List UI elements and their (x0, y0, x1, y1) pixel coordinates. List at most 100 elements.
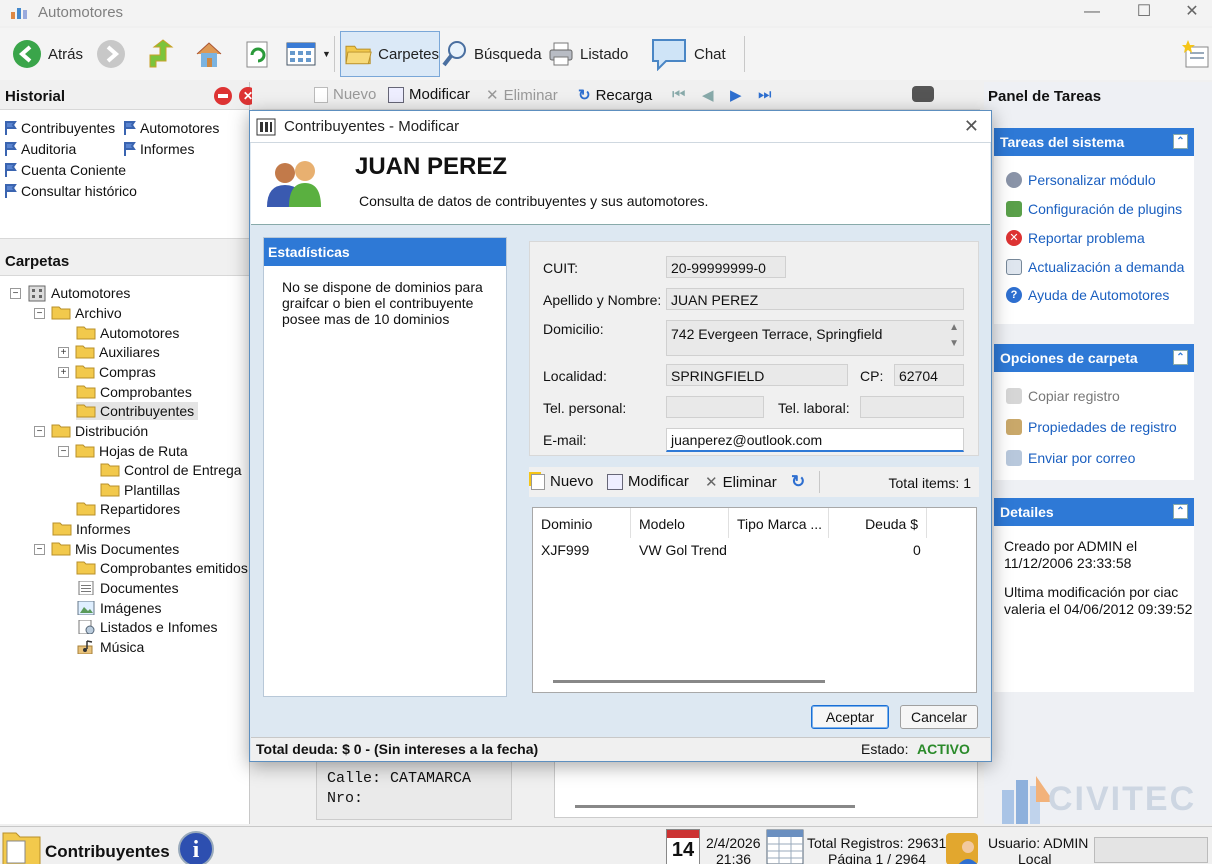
task-customize-module[interactable]: Personalizar módulo (1006, 172, 1156, 188)
up-folder-button[interactable] (146, 34, 174, 74)
home-button[interactable] (194, 34, 224, 74)
tree-node[interactable]: Listados e Infomes (76, 618, 218, 636)
close-window-button[interactable]: ✕ (1172, 2, 1212, 24)
column-header[interactable]: Tipo Marca ... (729, 508, 829, 538)
prev-record-button[interactable]: ◀ (702, 86, 714, 104)
info-icon[interactable]: i (178, 831, 214, 864)
column-header[interactable]: Dominio (533, 508, 631, 538)
main-toolbar: Atrás ▼ Carpetes Búsqueda Listado Chat (0, 28, 1212, 80)
delete-vehicle-button[interactable]: ✕ Eliminar (705, 473, 777, 492)
tree-label: Informes (76, 521, 131, 537)
grid-horizontal-scrollbar[interactable] (553, 680, 825, 683)
stop-icon[interactable] (214, 87, 232, 105)
collapse-icon[interactable]: − (34, 543, 45, 555)
collapse-chevron-icon[interactable]: ⌃ (1173, 504, 1188, 519)
accept-button[interactable]: Aceptar (811, 705, 889, 729)
column-header[interactable]: Modelo (631, 508, 729, 538)
tree-node[interactable]: − Automotores (10, 284, 130, 302)
modify-record-button[interactable]: Modificar (388, 86, 470, 103)
records-grid-icon (766, 829, 804, 864)
task-copy-record[interactable]: Copiar registro (1006, 388, 1120, 404)
history-item[interactable]: Contribuyentes (5, 120, 115, 136)
collapse-icon[interactable]: − (58, 445, 69, 457)
reload-button[interactable]: ↻ Recarga (578, 86, 652, 105)
view-selector-button[interactable]: ▼ (286, 34, 331, 74)
task-plugin-config[interactable]: Configuración de plugins (1006, 201, 1182, 217)
new-vehicle-button[interactable]: Nuevo (531, 473, 593, 490)
task-record-properties[interactable]: Propiedades de registro (1006, 419, 1177, 435)
reload-vehicles-button[interactable]: ↻ (791, 472, 805, 492)
personal-phone-field[interactable] (666, 396, 764, 418)
maximize-button[interactable]: ☐ (1124, 2, 1164, 24)
refresh-page-button[interactable] (244, 34, 270, 74)
forward-button[interactable] (96, 34, 126, 74)
expand-icon[interactable]: + (58, 366, 69, 378)
name-field[interactable]: JUAN PEREZ (666, 288, 964, 310)
expand-icon[interactable]: + (58, 346, 69, 358)
tree-node[interactable]: Música (76, 638, 144, 656)
chat-bubble-icon (652, 39, 686, 71)
history-item[interactable]: Cuenta Coniente (5, 162, 126, 178)
collapse-icon[interactable]: − (10, 287, 21, 299)
tree-node[interactable]: Informes (52, 520, 130, 538)
tree-node[interactable]: Imágenes (76, 599, 161, 617)
history-item[interactable]: Auditoria (5, 141, 76, 157)
search-button[interactable]: Búsqueda (442, 34, 542, 74)
tree-node[interactable]: Automotores (76, 324, 179, 342)
folders-button[interactable]: Carpetes (340, 31, 440, 77)
collapse-icon[interactable]: − (34, 307, 45, 319)
minimize-button[interactable]: — (1072, 2, 1112, 24)
tree-node[interactable]: Control de Entrega (100, 461, 242, 479)
find-button[interactable] (912, 86, 934, 102)
tree-node[interactable]: + Auxiliares (58, 343, 160, 361)
collapse-icon[interactable]: − (34, 425, 45, 437)
locality-field[interactable]: SPRINGFIELD (666, 364, 848, 386)
tree-node[interactable]: + Compras (58, 363, 156, 381)
modify-vehicle-button[interactable]: Modificar (607, 473, 689, 490)
task-label: Copiar registro (1028, 388, 1120, 404)
history-item[interactable]: Consultar histórico (5, 183, 137, 199)
task-report-problem[interactable]: ✕ Reportar problema (1006, 230, 1145, 246)
address-field[interactable]: 742 Evergeen Terrace, Springfield ▲ ▼ (666, 320, 964, 356)
delete-record-button[interactable]: ✕ Eliminar (486, 86, 558, 105)
tree-node[interactable]: − Hojas de Ruta (58, 442, 188, 460)
list-button[interactable]: Listado (548, 34, 628, 74)
task-send-mail[interactable]: Enviar por correo (1006, 450, 1135, 466)
collapse-chevron-icon[interactable]: ⌃ (1173, 350, 1188, 365)
scroll-down-icon[interactable]: ▼ (949, 338, 959, 349)
column-header[interactable]: Deuda $ (829, 508, 927, 538)
cuit-field[interactable]: 20-99999999-0 (666, 256, 786, 278)
tree-node[interactable]: − Archivo (34, 304, 122, 322)
new-record-button[interactable]: Nuevo (314, 86, 376, 103)
collapse-chevron-icon[interactable]: ⌃ (1173, 134, 1188, 149)
list-label: Listado (580, 45, 629, 63)
tree-node[interactable]: Documentes (76, 579, 179, 597)
back-button[interactable]: Atrás (12, 34, 83, 74)
email-field[interactable]: juanperez@outlook.com (666, 428, 964, 452)
history-item[interactable]: Automotores (124, 120, 219, 136)
task-help[interactable]: ? Ayuda de Automotores (1006, 287, 1169, 303)
new-window-button[interactable] (1182, 34, 1210, 74)
last-record-button[interactable]: ⏭ (758, 86, 772, 103)
task-update-on-demand[interactable]: Actualización a demanda (1006, 259, 1184, 275)
tree-node[interactable]: Plantillas (100, 481, 180, 499)
history-item[interactable]: Informes (124, 141, 194, 157)
chat-button[interactable]: Chat (650, 34, 726, 74)
tree-node[interactable]: Comprobantes emitidos (76, 559, 248, 577)
postal-code-field[interactable]: 62704 (894, 364, 964, 386)
next-record-button[interactable]: ▶ (730, 86, 742, 104)
bg-scrollbar[interactable] (575, 805, 855, 808)
tree-node[interactable]: Repartidores (76, 500, 180, 518)
email-label: E-mail: (543, 432, 587, 448)
tree-node[interactable]: Comprobantes (76, 383, 192, 401)
work-phone-field[interactable] (860, 396, 964, 418)
tree-node[interactable]: − Mis Documentes (34, 540, 179, 558)
scroll-up-icon[interactable]: ▲ (949, 322, 959, 333)
first-record-button[interactable]: ⏮ (672, 86, 686, 103)
tree-node-selected[interactable]: Contribuyentes (76, 402, 199, 420)
dialog-close-button[interactable]: ✕ (964, 116, 979, 137)
details-header: Detailes ⌃ (994, 498, 1194, 526)
folder-icon (76, 404, 96, 418)
cancel-button[interactable]: Cancelar (900, 705, 978, 729)
tree-node[interactable]: − Distribución (34, 422, 148, 440)
